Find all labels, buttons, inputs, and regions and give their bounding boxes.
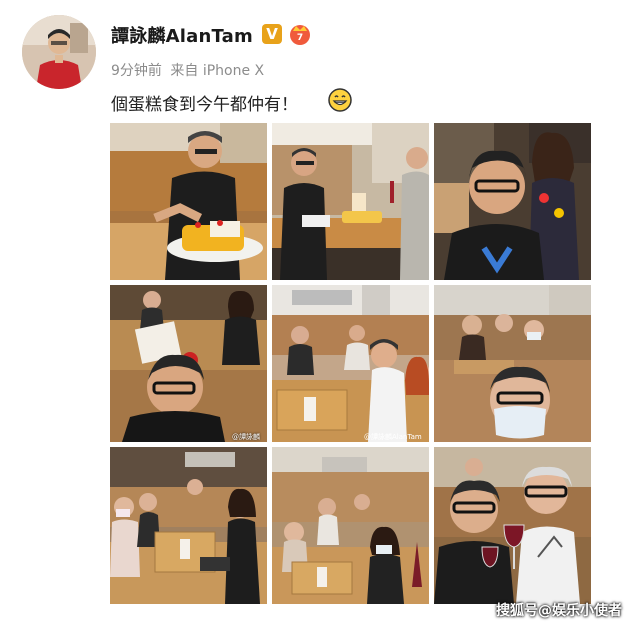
post-source: 来自 iPhone X bbox=[170, 63, 265, 79]
photo-wide-table-2[interactable] bbox=[272, 447, 429, 604]
sohu-watermark: 搜狐号@娱乐小使者 bbox=[496, 603, 622, 619]
photo-selfie-with-woman[interactable] bbox=[434, 123, 591, 280]
author-name[interactable]: 譚詠麟AlanTam bbox=[111, 22, 253, 48]
photo-masked-selfie[interactable] bbox=[434, 285, 591, 442]
author-avatar[interactable] bbox=[22, 15, 96, 89]
photo-selfie-restaurant[interactable]: @譚詠麟 bbox=[110, 285, 267, 442]
member-badge-icon: 7 bbox=[288, 22, 312, 46]
post-time[interactable]: 9分钟前 bbox=[111, 63, 162, 79]
photo-watermark: @譚詠麟AlanTam bbox=[364, 432, 422, 441]
photo-cake-cutting[interactable] bbox=[110, 123, 267, 280]
photo-table-with-cake[interactable] bbox=[272, 123, 429, 280]
post-text: 個蛋糕食到今午都仲有！ bbox=[111, 95, 298, 115]
grinning-face-icon bbox=[328, 88, 352, 112]
post-meta: 9分钟前 来自 iPhone X bbox=[111, 60, 268, 80]
verified-badge-icon: V bbox=[262, 24, 282, 44]
photo-wine-toast[interactable] bbox=[434, 447, 591, 604]
svg-text:7: 7 bbox=[297, 33, 303, 43]
photo-group-at-table[interactable]: @譚詠麟AlanTam bbox=[272, 285, 429, 442]
photo-watermark: @譚詠麟 bbox=[232, 432, 260, 441]
photo-grid: @譚詠麟 @譚詠麟AlanTam bbox=[110, 123, 592, 605]
photo-wide-table-1[interactable] bbox=[110, 447, 267, 604]
